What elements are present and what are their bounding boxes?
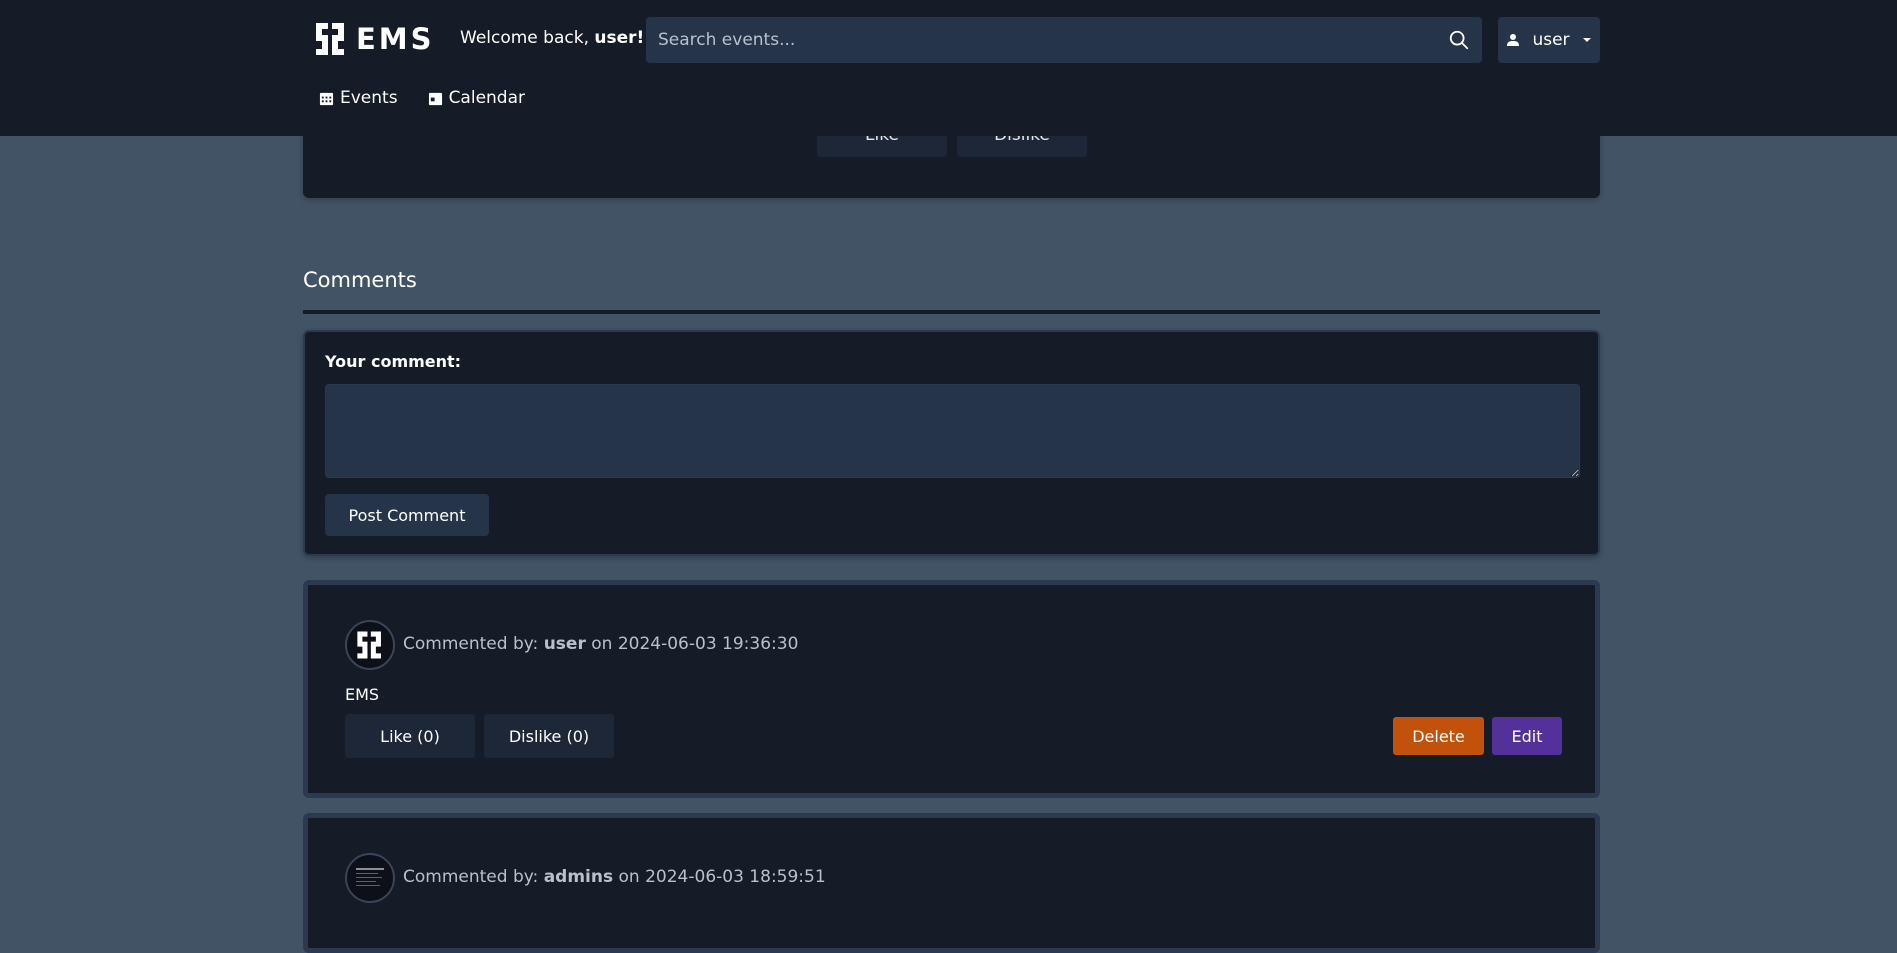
comment-edit-button[interactable]: Edit: [1492, 717, 1562, 755]
nav-calendar-label: Calendar: [448, 88, 526, 108]
comment-on: on: [618, 867, 640, 887]
comment-textarea[interactable]: [325, 384, 1580, 478]
caret-down-icon: [1582, 38, 1591, 42]
comment-dislike-button[interactable]: Dislike (0): [484, 714, 614, 758]
main-nav: Events Calendar: [319, 88, 525, 108]
comment-meta: Commented by: admins on 2024-06-03 18:59…: [403, 867, 826, 887]
nav-events[interactable]: Events: [319, 88, 398, 108]
calendar-icon: [428, 92, 442, 105]
comment-prefix: Commented by:: [403, 867, 539, 887]
search-bar: [646, 17, 1482, 63]
comment-item: Commented by: user on 2024-06-03 19:36:3…: [303, 580, 1600, 798]
comment-meta: Commented by: user on 2024-06-03 19:36:3…: [403, 634, 798, 654]
logo-text: EMS: [356, 22, 435, 56]
ems-logo-icon: [316, 23, 344, 55]
comment-text: EMS: [345, 685, 380, 704]
user-menu-label: user: [1532, 30, 1570, 50]
avatar: [345, 853, 395, 903]
welcome-username: user!: [594, 28, 645, 48]
search-input[interactable]: [658, 30, 1448, 50]
top-navbar: EMS Welcome back, user! user Events: [0, 0, 1897, 136]
comments-divider: [303, 310, 1600, 314]
comment-timestamp: 2024-06-03 19:36:30: [617, 634, 799, 654]
comment-prefix: Commented by:: [403, 634, 539, 654]
avatar: [345, 620, 395, 670]
user-menu-button[interactable]: user: [1498, 17, 1600, 63]
comment-author: admins: [543, 867, 614, 887]
search-icon[interactable]: [1448, 29, 1470, 51]
post-comment-button[interactable]: Post Comment: [325, 494, 489, 536]
nav-calendar[interactable]: Calendar: [428, 88, 525, 108]
ems-logo[interactable]: EMS: [312, 19, 435, 59]
comment-like-button[interactable]: Like (0): [345, 714, 475, 758]
comments-heading: Comments: [303, 268, 417, 292]
user-icon: [1507, 34, 1520, 46]
comment-form-label: Your comment:: [325, 352, 462, 371]
calendar-grid-icon: [319, 92, 334, 105]
ems-avatar-icon: [357, 631, 381, 659]
comment-delete-button[interactable]: Delete: [1393, 717, 1484, 755]
comment-timestamp: 2024-06-03 18:59:51: [645, 867, 826, 887]
welcome-prefix: Welcome back,: [460, 28, 589, 48]
comment-author: user: [543, 634, 586, 654]
document-thumbnail-icon: [348, 856, 392, 900]
nav-events-label: Events: [340, 88, 398, 108]
comment-form: Your comment: Post Comment: [303, 330, 1600, 556]
comment-item: Commented by: admins on 2024-06-03 18:59…: [303, 813, 1600, 953]
welcome-message: Welcome back, user!: [460, 28, 644, 48]
comment-on: on: [591, 634, 613, 654]
